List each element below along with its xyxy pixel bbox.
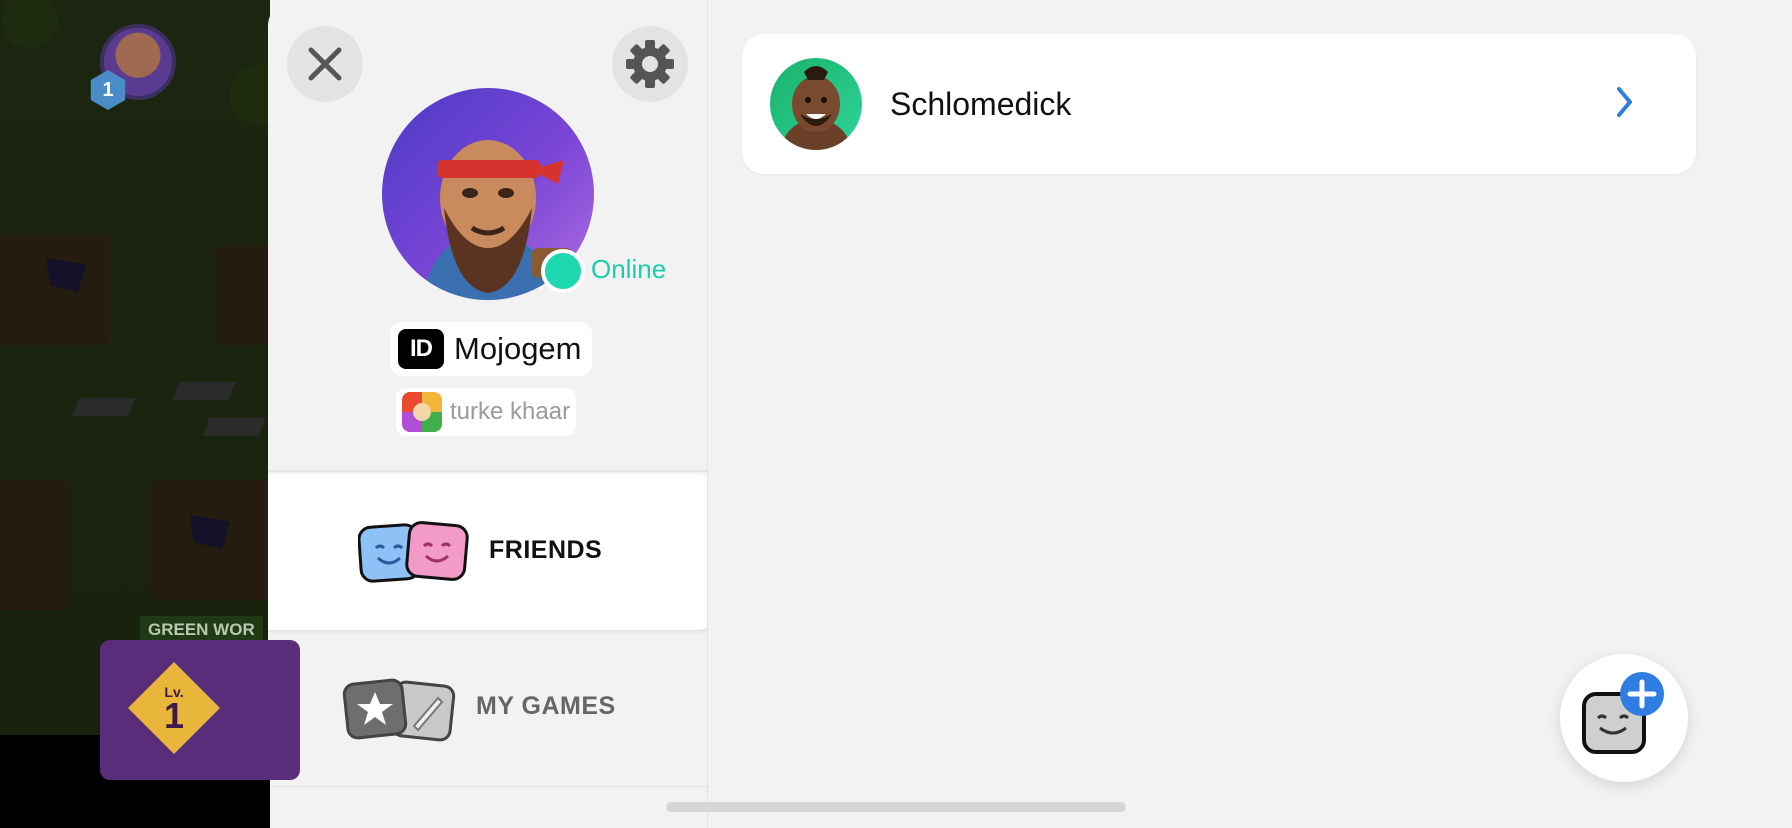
- tab-my-games-label: MY GAMES: [476, 692, 616, 720]
- friends-icon: [357, 520, 472, 589]
- id-badge: ID: [398, 329, 444, 369]
- settings-button[interactable]: [612, 26, 688, 102]
- add-friend-button[interactable]: [1560, 654, 1688, 782]
- online-status-label: Online: [591, 254, 667, 284]
- gear-icon: [626, 40, 674, 88]
- clan-name: turke khaar: [450, 398, 571, 425]
- my-games-icon: [342, 676, 458, 747]
- tab-friends[interactable]: FRIENDS: [268, 474, 707, 630]
- friend-avatar: [770, 58, 862, 150]
- clan-chip[interactable]: turke khaar: [396, 388, 577, 436]
- game-app-icon: [402, 392, 442, 432]
- online-status-dot: [541, 249, 585, 293]
- add-friend-icon: [1582, 672, 1664, 754]
- player-id-chip[interactable]: ID Mojogem: [390, 322, 592, 376]
- friend-list-item[interactable]: Schlomedick: [742, 34, 1696, 174]
- divider: [268, 470, 707, 472]
- close-button[interactable]: [287, 26, 363, 102]
- profile-side-panel: Online ID Mojogem turke khaar FRIENDS MY…: [268, 0, 708, 828]
- chevron-right-icon: [1614, 84, 1636, 125]
- friend-name: Schlomedick: [890, 86, 1072, 122]
- tab-my-games[interactable]: MY GAMES: [268, 632, 707, 786]
- player-name: Mojogem: [454, 331, 582, 366]
- tab-friends-label: FRIENDS: [489, 536, 603, 564]
- divider: [268, 786, 707, 787]
- game-level-number: 1: [102, 78, 114, 101]
- close-icon: [308, 47, 342, 81]
- game-level-value: 1: [163, 695, 185, 736]
- home-indicator[interactable]: [666, 802, 1126, 812]
